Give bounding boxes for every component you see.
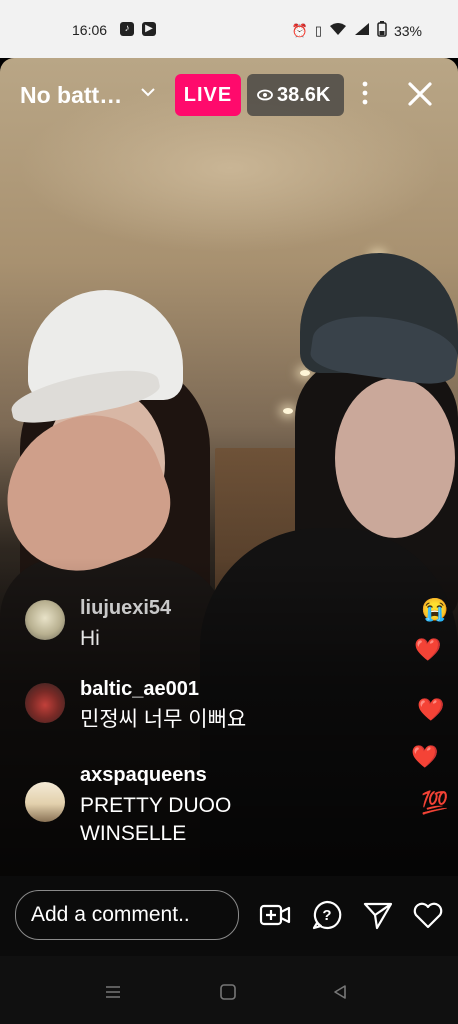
back-icon[interactable] [332, 984, 348, 1005]
home-icon[interactable] [219, 984, 237, 1005]
avatar[interactable] [25, 600, 65, 640]
send-icon[interactable] [361, 898, 395, 932]
status-icons: ⏰ ▯ 33% [292, 21, 422, 40]
comment-text: 민정씨 너무 이뻐요 [80, 708, 247, 731]
avatar[interactable] [25, 683, 65, 723]
vibrate-icon: ▯ [314, 22, 322, 38]
eye-icon [257, 74, 273, 133]
crying-face-icon: 😭 [421, 597, 449, 622]
wifi-icon [329, 22, 347, 39]
heart-reaction-icon: ❤️ [417, 697, 445, 722]
comment-text-line-1: PRETTY DUOO [80, 794, 232, 817]
live-badge: LIVE [175, 74, 241, 116]
avatar[interactable] [25, 782, 65, 822]
svg-text:?: ? [322, 907, 331, 924]
live-top-bar: No batt… LIVE 38.6K [0, 72, 458, 120]
screen: 16:06 ♪ ▶ ⏰ ▯ 33% No batt… LIVE 38.6K li… [0, 0, 458, 1024]
comment-username[interactable]: liujuexi54 [80, 597, 171, 620]
chevron-down-icon[interactable] [140, 84, 156, 105]
person-right-face [335, 378, 455, 538]
system-nav-bar [0, 956, 458, 1024]
viewer-count-badge[interactable]: 38.6K [247, 74, 344, 116]
close-icon[interactable] [406, 74, 434, 125]
more-options-icon[interactable] [360, 78, 370, 115]
comment-input[interactable]: Add a comment.. [15, 890, 239, 940]
heart-icon[interactable] [411, 898, 445, 932]
heart-reaction-icon: ❤️ [411, 744, 439, 769]
bottom-action-bar: Add a comment.. ? [0, 876, 458, 956]
youtube-icon: ▶ [142, 22, 156, 36]
battery-icon [377, 21, 387, 40]
recents-icon[interactable] [104, 984, 122, 1005]
add-video-guest-icon[interactable] [258, 898, 292, 932]
comment-username[interactable]: axspaqueens [80, 764, 207, 787]
ceiling-light [283, 408, 293, 414]
hundred-points-icon: 💯 [421, 790, 449, 815]
alarm-icon: ⏰ [291, 22, 308, 38]
signal-icon [354, 22, 370, 39]
comment-placeholder: Add a comment.. [31, 903, 190, 926]
live-label: LIVE [183, 84, 233, 106]
heart-reaction-icon: ❤️ [414, 637, 442, 662]
question-icon[interactable]: ? [310, 898, 344, 932]
battery-percent: 33% [393, 22, 422, 39]
comment-text-line-2: WINSELLE [80, 822, 187, 845]
tiktok-icon: ♪ [120, 22, 134, 36]
status-time: 16:06 [72, 22, 108, 38]
ceiling-light [300, 370, 310, 376]
live-video[interactable] [0, 58, 458, 876]
comment-username[interactable]: baltic_ae001 [80, 678, 199, 701]
comment-text: Hi [80, 627, 100, 650]
status-bar: 16:06 ♪ ▶ ⏰ ▯ 33% [0, 0, 458, 58]
viewer-count: 38.6K [277, 84, 331, 106]
stream-title[interactable]: No batt… [20, 82, 122, 109]
